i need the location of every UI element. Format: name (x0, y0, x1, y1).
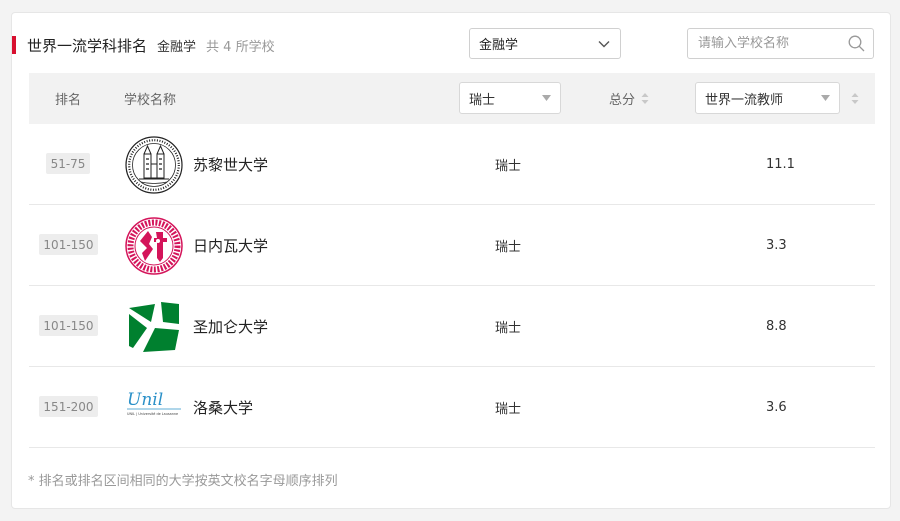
indicator-score: 3.6 (766, 400, 787, 415)
school-name[interactable]: 日内瓦大学 (193, 205, 268, 286)
school-count: 共 4 所学校 (206, 39, 275, 55)
school-search (687, 28, 874, 59)
column-rank: 排名 (55, 93, 82, 108)
indicator-score: 3.3 (766, 238, 787, 253)
university-of-geneva-seal-icon (125, 217, 183, 275)
school-name[interactable]: 洛桑大学 (193, 367, 253, 448)
sort-icon[interactable] (641, 92, 649, 105)
unil-caption: UNIL | Université de Lausanne (127, 412, 178, 416)
table-header: 排名 学校名称 瑞士 总分 世界一流教师 (29, 73, 875, 124)
university-of-zurich-seal-icon (125, 136, 183, 194)
table-row[interactable]: 101-150 日内瓦大学 瑞士 3.3 (29, 205, 875, 286)
column-total-score[interactable]: 总分 (609, 73, 649, 124)
university-of-st-gallen-logo-icon (129, 302, 179, 352)
indicator-score: 8.8 (766, 319, 787, 334)
table-row[interactable]: 51-75 苏黎世大学 瑞士 11.1 (29, 124, 875, 205)
chevron-down-icon (598, 40, 610, 47)
rank-badge: 101-150 (39, 315, 98, 336)
sort-icon[interactable] (851, 92, 859, 105)
country-filter-dropdown[interactable]: 瑞士 (459, 82, 561, 114)
title-accent-bar (12, 36, 16, 54)
indicator-dropdown[interactable]: 世界一流教师 (695, 82, 840, 114)
search-icon[interactable] (848, 35, 865, 52)
indicator-dropdown-value: 世界一流教师 (705, 92, 784, 108)
unil-wordmark: Unil (127, 390, 163, 410)
school-name[interactable]: 苏黎世大学 (193, 124, 268, 205)
indicator-sort[interactable] (851, 73, 859, 124)
country-cell: 瑞士 (495, 321, 522, 336)
subject-dropdown-value: 金融学 (479, 38, 519, 53)
table-row[interactable]: 101-150 圣加仑大学 瑞士 8.8 (29, 286, 875, 367)
country-filter-value: 瑞士 (469, 92, 496, 108)
ranking-card: 世界一流学科排名 金融学 共 4 所学校 金融学 排名 学校名称 瑞士 总分 世… (11, 12, 891, 509)
caret-down-icon (542, 95, 551, 101)
country-cell: 瑞士 (495, 240, 522, 255)
indicator-score: 11.1 (766, 157, 795, 172)
rank-badge: 51-75 (46, 153, 90, 174)
table-row[interactable]: 151-200 Unil UNIL | Université de Lausan… (29, 367, 875, 448)
country-cell: 瑞士 (495, 159, 522, 174)
column-total-label: 总分 (609, 93, 636, 108)
university-of-lausanne-logo-icon: Unil UNIL | Université de Lausanne (127, 390, 181, 416)
country-cell: 瑞士 (495, 402, 522, 417)
subject-dropdown[interactable]: 金融学 (469, 28, 621, 59)
school-search-input[interactable] (698, 36, 848, 51)
page-title: 世界一流学科排名 (27, 36, 148, 55)
caret-down-icon (821, 95, 830, 101)
title-bar: 世界一流学科排名 金融学 共 4 所学校 (12, 35, 275, 55)
school-name[interactable]: 圣加仑大学 (193, 286, 268, 367)
footnote: * 排名或排名区间相同的大学按英文校名字母顺序排列 (28, 474, 338, 489)
subject-label: 金融学 (157, 39, 197, 55)
column-school: 学校名称 (124, 93, 177, 108)
rank-badge: 151-200 (39, 396, 98, 417)
rank-badge: 101-150 (39, 234, 98, 255)
